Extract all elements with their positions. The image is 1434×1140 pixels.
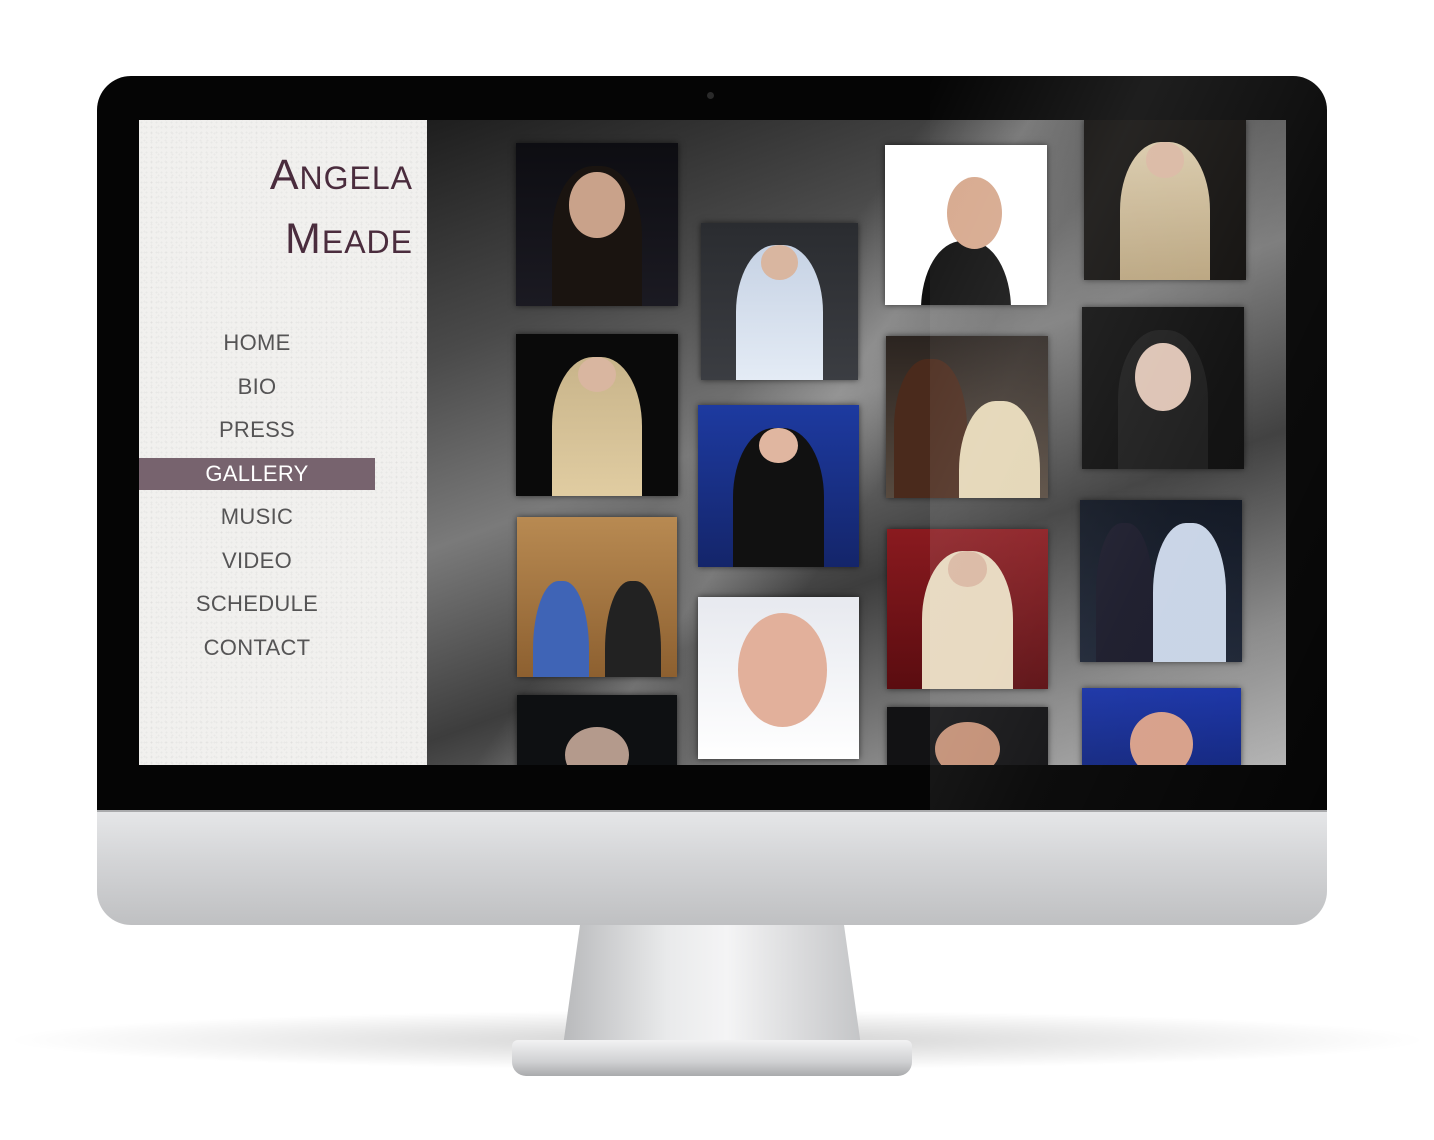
nav-item-schedule[interactable]: SCHEDULE [139, 588, 375, 620]
gallery-photo[interactable] [701, 223, 858, 380]
gallery-photo[interactable] [886, 336, 1048, 498]
photo-gallery [427, 120, 1286, 765]
nav-item-home[interactable]: HOME [139, 327, 375, 359]
nav-item-bio[interactable]: BIO [139, 371, 375, 403]
gallery-photo[interactable] [516, 334, 678, 496]
gallery-photo[interactable] [517, 517, 677, 677]
gallery-photo[interactable] [1080, 500, 1242, 662]
nav-item-music[interactable]: MUSIC [139, 501, 375, 533]
monitor-stand [562, 925, 862, 1053]
gallery-photo[interactable] [887, 529, 1048, 689]
gallery-photo[interactable] [1082, 688, 1241, 765]
monitor-divider [97, 810, 1327, 812]
gallery-photo[interactable] [1082, 307, 1244, 469]
gallery-photo[interactable] [516, 143, 678, 306]
gallery-photo[interactable] [885, 145, 1047, 305]
gallery-photo[interactable] [517, 695, 677, 765]
webcam-icon [707, 92, 714, 99]
nav-item-contact[interactable]: CONTACT [139, 632, 375, 664]
monitor-base [512, 1040, 912, 1076]
nav-item-gallery[interactable]: GALLERY [139, 457, 375, 490]
website-screen: Angela Meade HOME BIO PRESS GALLERY MUSI… [139, 120, 1286, 765]
nav-item-video[interactable]: VIDEO [139, 545, 375, 577]
logo-last-name: Meade [285, 198, 413, 267]
sidebar: Angela Meade HOME BIO PRESS GALLERY MUSI… [139, 120, 427, 765]
nav-item-press[interactable]: PRESS [139, 414, 375, 446]
gallery-photo[interactable] [698, 597, 859, 759]
gallery-photo[interactable] [887, 707, 1048, 765]
gallery-photo[interactable] [1084, 120, 1246, 280]
logo-first-name: Angela [269, 134, 413, 203]
monitor-chin [97, 810, 1327, 925]
main-nav: HOME BIO PRESS GALLERY MUSIC VIDEO SCHED… [139, 327, 427, 675]
site-logo[interactable]: Angela Meade [270, 138, 413, 264]
gallery-photo[interactable] [698, 405, 859, 567]
